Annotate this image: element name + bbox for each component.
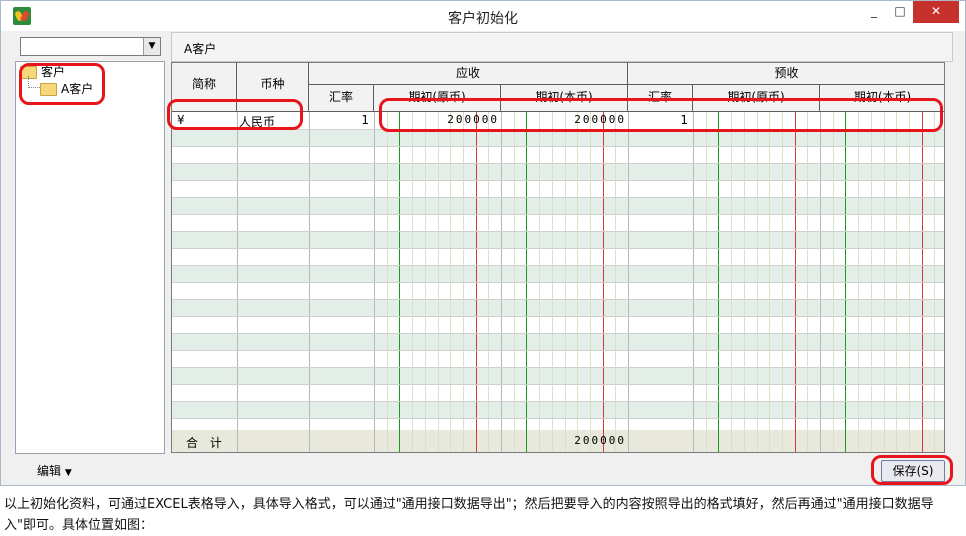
table-row[interactable]	[172, 350, 944, 367]
cell-recv-rate[interactable]: 1	[309, 113, 369, 127]
header-pre-local: 期初(本币)	[820, 85, 944, 112]
header-prepaid: 预收	[628, 63, 944, 85]
table-row[interactable]	[172, 333, 944, 350]
total-label: 合 计	[186, 436, 226, 450]
row-divider	[172, 214, 944, 215]
caret-down-icon: ▼	[64, 468, 72, 478]
table-row[interactable]	[172, 316, 944, 333]
table-row[interactable]	[172, 146, 944, 163]
row-divider	[172, 231, 944, 232]
cell-recv-local[interactable]: 200000	[501, 113, 626, 126]
header-currency: 币种	[237, 63, 309, 112]
header-pre-orig: 期初(原币)	[693, 85, 820, 112]
tree-child-label: A客户	[61, 82, 94, 96]
table-row[interactable]	[172, 282, 944, 299]
table-row[interactable]	[172, 197, 944, 214]
title-bar: 客户初始化 _ □ ✕	[1, 1, 965, 31]
init-grid[interactable]: 简称 币种 应收 预收 汇率 期初(原币) 期初(本币) 汇率 期初(原币) 期…	[171, 62, 945, 453]
header-receivable: 应收	[309, 63, 628, 85]
edit-menu-button[interactable]: 编辑 ▼	[37, 462, 72, 479]
maximize-button[interactable]: □	[885, 1, 915, 23]
footer-bar: 编辑 ▼ 保存(S)	[15, 454, 953, 485]
table-row[interactable]	[172, 299, 944, 316]
table-row[interactable]	[172, 129, 944, 146]
row-divider	[172, 180, 944, 181]
table-row[interactable]	[172, 214, 944, 231]
row-divider	[172, 316, 944, 317]
left-panel: ▼ 客户 A客户	[15, 32, 166, 454]
row-divider	[172, 418, 944, 419]
table-row[interactable]	[172, 163, 944, 180]
cell-currency[interactable]: 人民币	[239, 113, 275, 130]
row-divider	[172, 163, 944, 164]
row-divider	[172, 367, 944, 368]
table-row[interactable]	[172, 180, 944, 197]
table-row[interactable]	[172, 248, 944, 265]
tree-connector	[28, 87, 40, 89]
header-recv-rate: 汇率	[309, 85, 374, 112]
table-row[interactable]	[172, 265, 944, 282]
header-recv-orig: 期初(原币)	[374, 85, 501, 112]
row-divider	[172, 282, 944, 283]
row-divider	[172, 299, 944, 300]
row-divider	[172, 350, 944, 351]
header-pre-rate: 汇率	[628, 85, 693, 112]
folder-icon	[40, 83, 57, 96]
instruction-caption: 以上初始化资料，可通过EXCEL表格导入，具体导入格式，可以通过"通用接口数据导…	[4, 497, 934, 533]
header-recv-local: 期初(本币)	[501, 85, 628, 112]
row-divider	[172, 333, 944, 334]
selected-customer-header: A客户	[171, 32, 953, 62]
save-button[interactable]: 保存(S)	[881, 460, 945, 482]
table-row[interactable]	[172, 401, 944, 418]
category-combo[interactable]: ▼	[20, 37, 161, 56]
row-divider	[172, 401, 944, 402]
table-row[interactable]	[172, 367, 944, 384]
tree-node-a-customer[interactable]: A客户	[40, 80, 93, 97]
selected-customer-label: A客户	[184, 42, 217, 56]
tree-node-root[interactable]: 客户	[20, 63, 65, 80]
header-code: 简称	[172, 63, 237, 112]
close-button[interactable]: ✕	[913, 1, 959, 23]
row-divider	[172, 146, 944, 147]
row-divider	[172, 248, 944, 249]
customer-init-window: 客户初始化 _ □ ✕ ▼ 客户 A客户 A客户 简称 币种 应收 预收 汇率 …	[0, 0, 966, 486]
chevron-down-icon[interactable]: ▼	[143, 38, 160, 55]
edit-label: 编辑	[37, 464, 62, 478]
cell-pre-rate[interactable]: 1	[628, 113, 688, 127]
customer-tree: 客户 A客户	[15, 61, 165, 454]
table-row[interactable]	[172, 384, 944, 401]
row-divider	[172, 265, 944, 266]
row-divider	[172, 384, 944, 385]
row-divider	[172, 197, 944, 198]
table-row[interactable]	[172, 231, 944, 248]
cell-recv-orig[interactable]: 200000	[374, 113, 499, 126]
tree-root-label: 客户	[41, 65, 66, 79]
total-recv-local: 200000	[574, 434, 626, 447]
cell-code[interactable]: ¥	[177, 113, 185, 127]
row-divider	[172, 129, 944, 130]
window-title: 客户初始化	[448, 11, 518, 27]
